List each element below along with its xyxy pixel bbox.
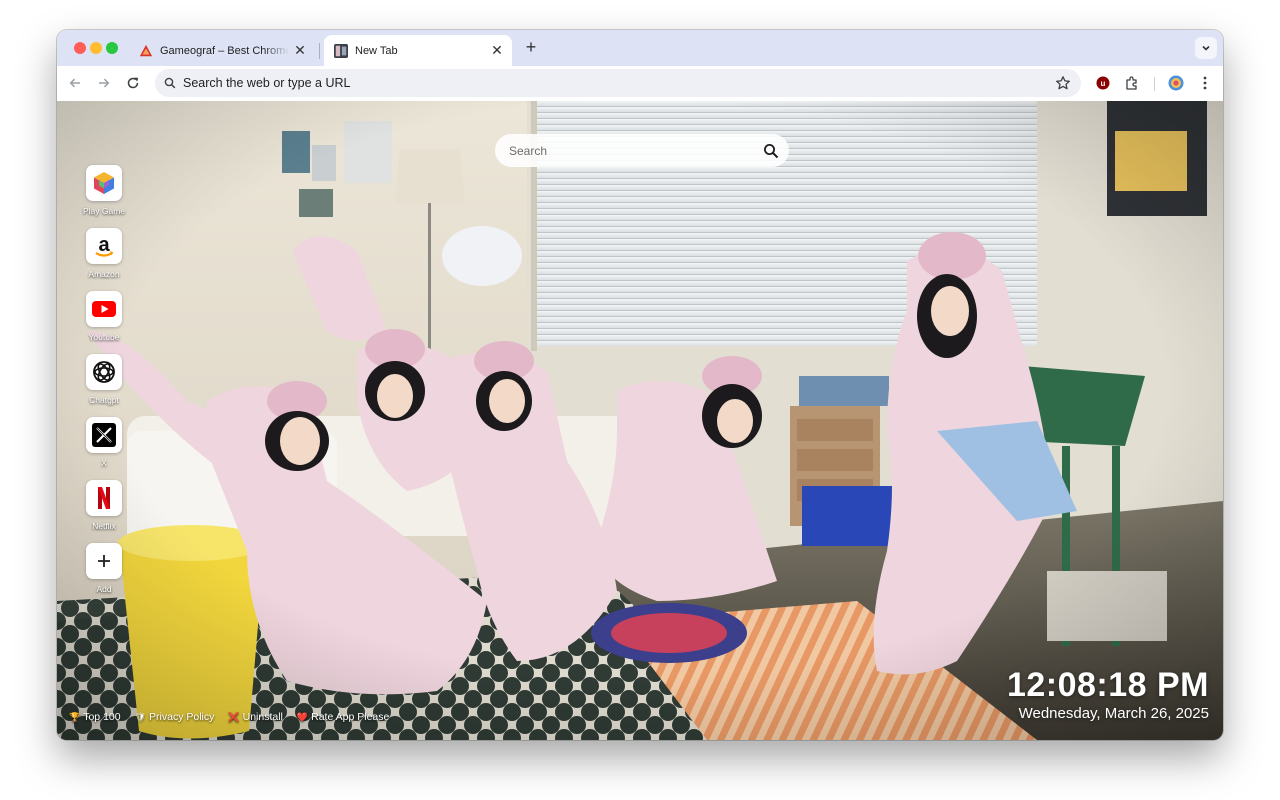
shortcut-tile — [86, 543, 122, 579]
shortcut-chatgpt[interactable]: Chatgpt — [77, 354, 131, 417]
rate-app-link[interactable]: ❤️ Rate App Please — [297, 711, 389, 723]
tab-title: Gameograf – Best Chrome Li — [160, 44, 289, 57]
shortcut-tile — [86, 165, 122, 201]
gameograf-icon — [139, 44, 153, 56]
cube-icon — [94, 172, 114, 194]
forward-button[interactable] — [93, 72, 115, 94]
footer-link-label: Rate App Please — [311, 711, 390, 723]
tab-gameograf[interactable]: Gameograf – Best Chrome Li ✕ — [129, 35, 315, 66]
x-icon — [92, 423, 116, 447]
puzzle-icon — [1126, 76, 1137, 90]
svg-text:a: a — [98, 234, 110, 256]
ublock-icon: u — [1096, 76, 1110, 90]
shortcut-tile — [86, 354, 122, 390]
youtube-icon — [92, 301, 116, 317]
svg-text:u: u — [1101, 79, 1106, 88]
maximize-window-button[interactable] — [106, 42, 118, 54]
address-bar-text: Search the web or type a URL — [183, 76, 351, 90]
browser-window: Gameograf – Best Chrome Li ✕ New Tab ✕ + — [57, 30, 1223, 740]
shortcut-tile: a — [86, 228, 122, 264]
extensions-button[interactable] — [1123, 74, 1141, 92]
shortcut-tile — [86, 480, 122, 516]
tab-title: New Tab — [355, 44, 398, 57]
search-input[interactable] — [509, 142, 749, 159]
shortcut-label: Add — [96, 584, 112, 594]
back-button[interactable] — [64, 72, 86, 94]
footer-link-label: Privacy Policy — [149, 711, 215, 723]
shortcut-label: Chatgpt — [89, 395, 119, 405]
arrow-left-icon — [69, 78, 80, 88]
shortcut-label: Play Game — [82, 206, 126, 216]
chevron-down-icon — [1202, 45, 1210, 51]
tab-strip: Gameograf – Best Chrome Li ✕ New Tab ✕ + — [57, 30, 1223, 66]
wallpaper-photo — [57, 101, 1223, 740]
clock-widget: 12:08:18 PM Wednesday, March 26, 2025 — [1007, 666, 1209, 724]
address-bar[interactable]: Search the web or type a URL — [155, 69, 1081, 97]
footer-links: 🏆 Top 100 🛡 Privacy Policy ❌ Uninstall ❤… — [69, 711, 389, 723]
shield-icon: 🛡 — [134, 711, 147, 722]
netflix-icon — [98, 487, 110, 509]
shortcut-play-game[interactable]: Play Game — [77, 165, 131, 228]
plus-icon — [98, 555, 110, 567]
shortcut-amazon[interactable]: a Amazon — [77, 228, 131, 291]
extension-ublock-button[interactable]: u — [1094, 74, 1112, 92]
bookmark-star-icon[interactable] — [1055, 75, 1071, 91]
shortcut-label: Netflix — [92, 521, 116, 531]
privacy-policy-link[interactable]: 🛡 Privacy Policy — [135, 711, 215, 723]
shortcut-x[interactable]: X — [77, 417, 131, 480]
avatar-icon — [1168, 75, 1184, 91]
tab-close-icon[interactable]: ✕ — [486, 42, 508, 59]
footer-link-label: Top 100 — [83, 711, 121, 723]
toolbar-divider — [1154, 77, 1155, 91]
tab-search-button[interactable] — [1195, 37, 1217, 59]
new-tab-page: Play Game a Amazon — [57, 101, 1223, 740]
newtab-wallpaper-icon — [334, 43, 348, 58]
search-icon — [164, 77, 176, 89]
search-icon[interactable] — [763, 143, 779, 159]
reload-button[interactable] — [122, 72, 144, 94]
close-window-button[interactable] — [74, 42, 86, 54]
minimize-window-button[interactable] — [90, 42, 102, 54]
more-vertical-icon — [1203, 76, 1207, 90]
shortcut-label: X — [101, 458, 107, 468]
shortcut-tile — [86, 417, 122, 453]
chatgpt-icon — [93, 361, 115, 383]
arrow-right-icon — [99, 78, 110, 88]
shortcut-add[interactable]: Add — [77, 543, 131, 606]
reload-icon — [127, 77, 139, 89]
tab-new-tab[interactable]: New Tab ✕ — [324, 35, 512, 66]
footer-link-label: Uninstall — [242, 711, 283, 723]
trophy-icon: 🏆 — [69, 711, 81, 722]
tab-close-icon[interactable]: ✕ — [289, 42, 311, 59]
profile-avatar-button[interactable] — [1167, 74, 1185, 92]
top-100-link[interactable]: 🏆 Top 100 — [69, 711, 121, 723]
shortcut-label: Youtube — [88, 332, 120, 342]
browser-toolbar: Search the web or type a URL u — [57, 66, 1223, 101]
uninstall-link[interactable]: ❌ Uninstall — [228, 711, 283, 723]
shortcut-youtube[interactable]: Youtube — [77, 291, 131, 354]
shortcut-netflix[interactable]: Netflix — [77, 480, 131, 543]
shortcut-list: Play Game a Amazon Youtube Chatgpt X Net… — [77, 165, 131, 606]
cross-mark-icon: ❌ — [228, 711, 240, 722]
heart-icon: ❤️ — [296, 711, 309, 722]
amazon-icon: a — [95, 234, 114, 257]
clock-date: Wednesday, March 26, 2025 — [1018, 705, 1209, 722]
tab-divider — [319, 43, 320, 59]
shortcut-label: Amazon — [88, 269, 120, 279]
new-tab-button[interactable]: + — [519, 36, 543, 60]
browser-menu-button[interactable] — [1196, 74, 1214, 92]
shortcut-tile — [86, 291, 122, 327]
newtab-search-bar — [495, 134, 789, 167]
clock-time: 12:08:18 PM — [1006, 666, 1209, 704]
